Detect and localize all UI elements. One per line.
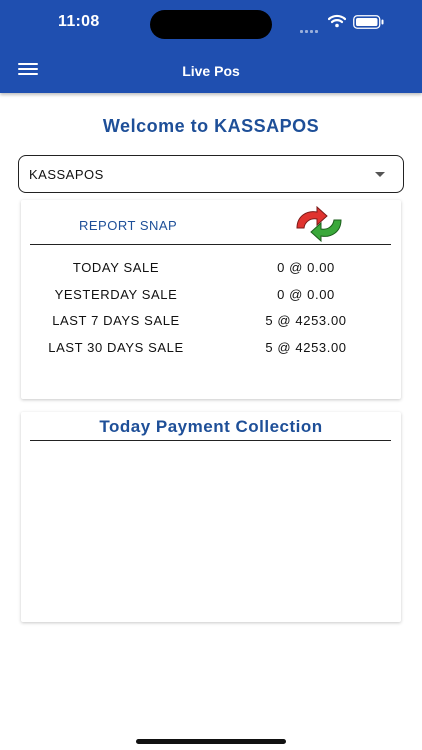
payment-collection-title: Today Payment Collection <box>99 417 323 436</box>
refresh-icon[interactable] <box>293 206 345 242</box>
battery-icon <box>353 15 384 29</box>
report-row-label: LAST 7 DAYS SALE <box>52 313 180 328</box>
report-row-label: TODAY SALE <box>72 260 160 275</box>
payment-collection-card: Today Payment Collection <box>21 412 401 622</box>
report-row-value: 0 @ 0.00 <box>277 260 335 275</box>
wifi-icon <box>328 14 346 28</box>
report-row-value: 5 @ 4253.00 <box>265 340 347 355</box>
report-row-value: 5 @ 4253.00 <box>265 313 347 328</box>
app-title: Live Pos <box>182 63 240 79</box>
report-divider <box>30 244 391 245</box>
dynamic-island <box>150 10 272 39</box>
payment-divider <box>30 440 391 441</box>
cellular-signal-icon <box>300 20 320 38</box>
status-time: 11:08 <box>58 13 100 30</box>
home-indicator[interactable] <box>136 739 286 744</box>
report-row-value: 0 @ 0.00 <box>277 287 335 302</box>
welcome-heading: Welcome to KASSAPOS <box>102 116 320 136</box>
report-snap-link[interactable]: REPORT SNAP <box>79 218 177 233</box>
report-row-label: YESTERDAY SALE <box>54 287 178 302</box>
store-select[interactable]: KASSAPOS <box>18 155 404 193</box>
report-snap-card: REPORT SNAP TODAY SALE 0 @ 0.00 YESTERDA… <box>21 200 401 399</box>
app-header: 11:08 Live Pos <box>0 0 422 93</box>
caret-down-icon <box>375 172 385 177</box>
report-row-label: LAST 30 DAYS SALE <box>48 340 184 355</box>
store-select-value: KASSAPOS <box>29 167 104 182</box>
